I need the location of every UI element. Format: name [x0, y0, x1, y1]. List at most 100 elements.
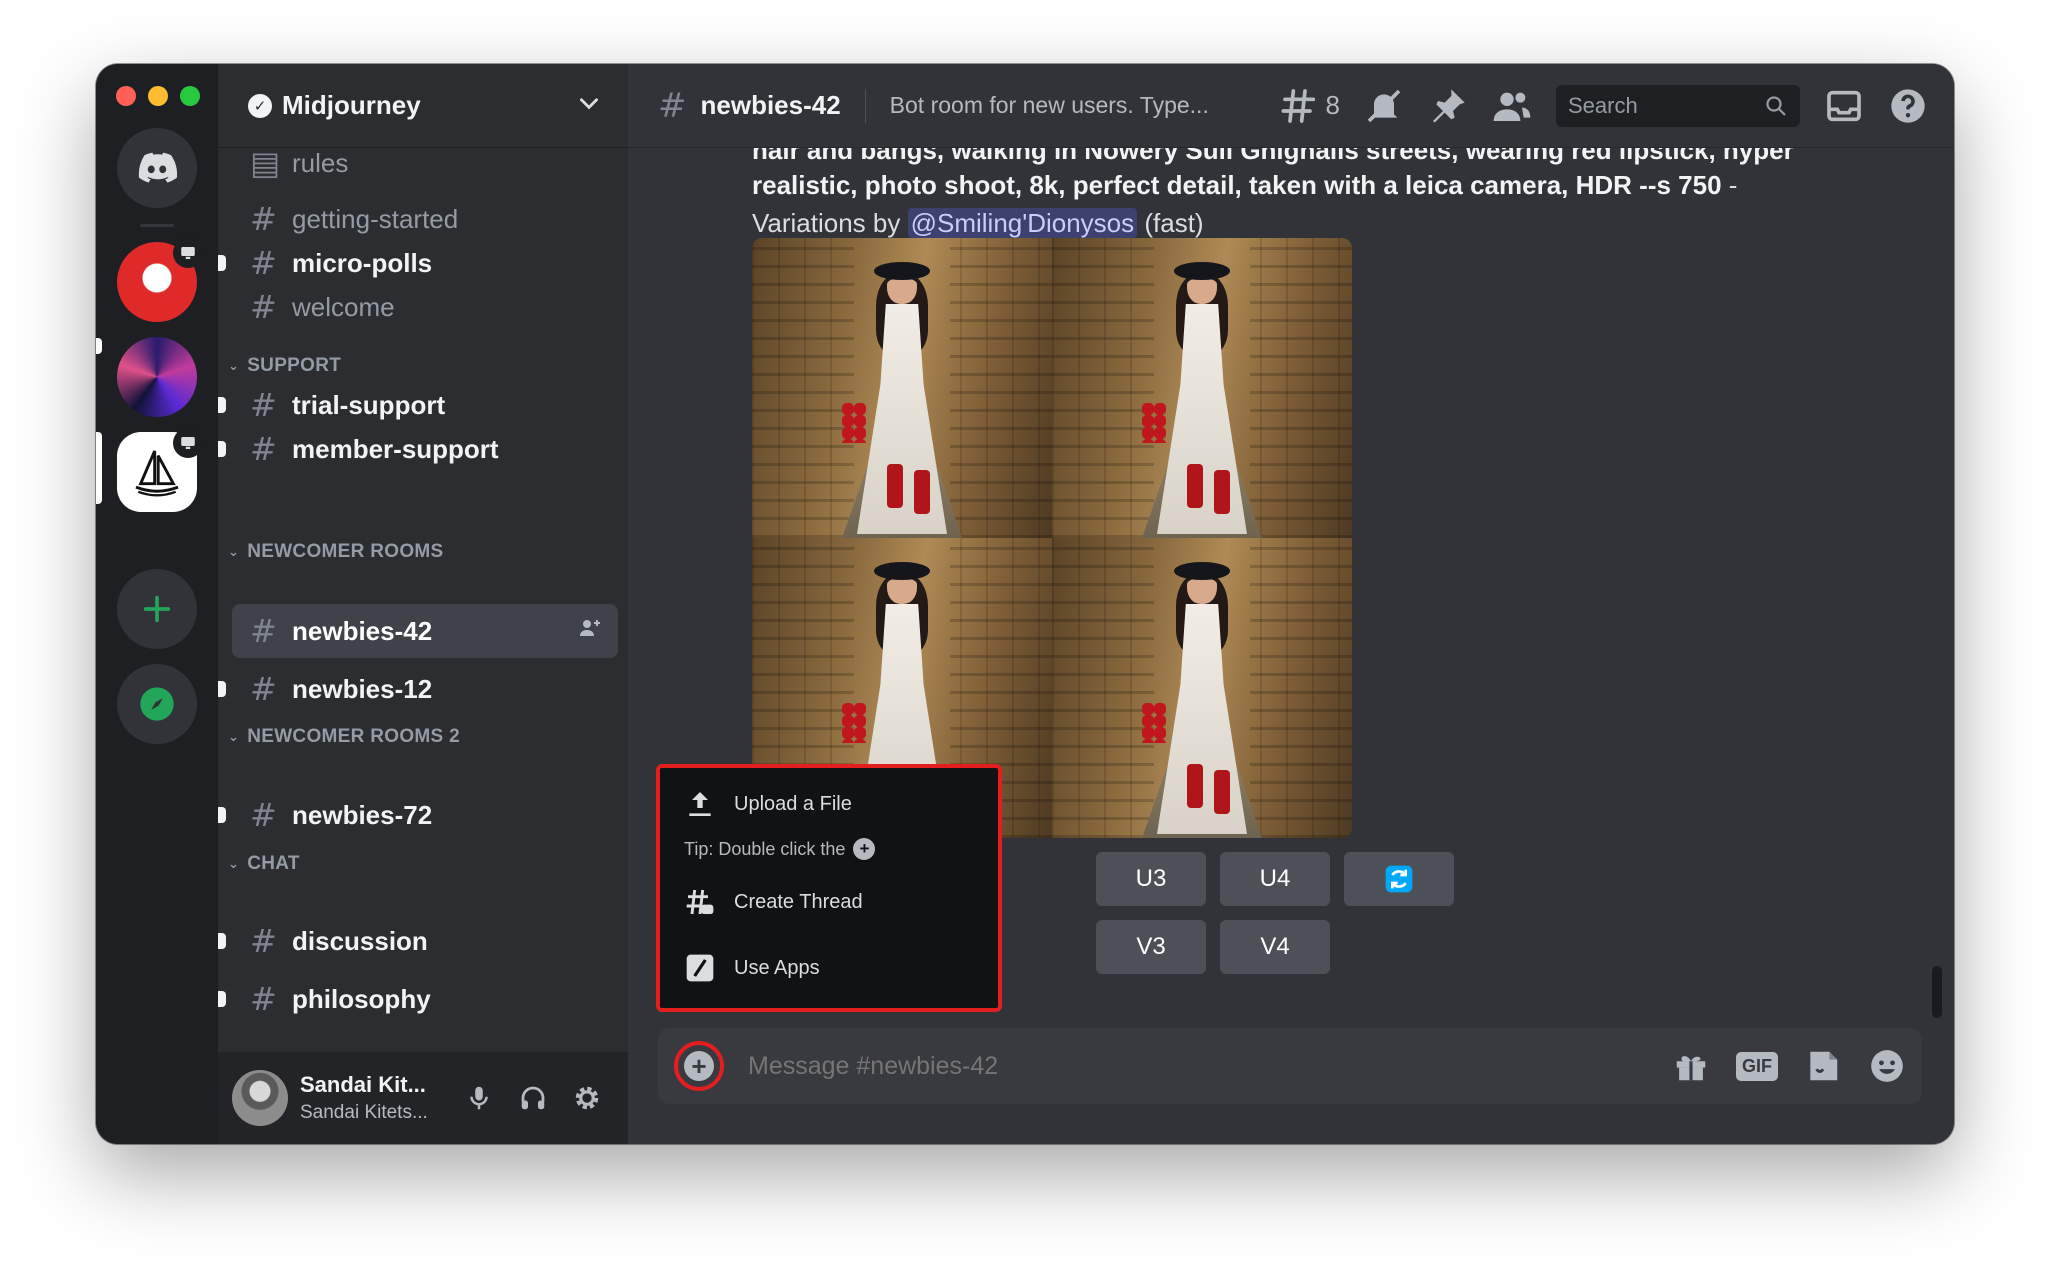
bot-message: hair and bangs, walking in Nowery Sull G…: [752, 146, 1892, 242]
variation-button-row: V3 V4: [1096, 920, 1330, 974]
message-input[interactable]: [748, 1051, 1672, 1081]
chat-main: # newbies-42 Bot room for new users. Typ…: [628, 64, 1954, 1144]
threads-button[interactable]: 8: [1280, 86, 1340, 126]
image-variation-2[interactable]: [1052, 238, 1352, 538]
category-support[interactable]: ⌄ SUPPORT: [228, 355, 341, 377]
hash-icon: #: [250, 922, 277, 960]
avatar[interactable]: [232, 1070, 288, 1126]
maximize-window-button[interactable]: [180, 86, 200, 106]
unread-indicator: [96, 338, 102, 354]
generated-image-grid[interactable]: [752, 238, 1352, 838]
notification-settings-button[interactable]: [1364, 86, 1404, 126]
search-input[interactable]: Search: [1556, 84, 1800, 127]
attachment-popup-menu: Upload a File Tip: Double click the + Cr…: [656, 764, 1002, 1012]
category-newcomer-rooms[interactable]: ⌄ NEWCOMER ROOMS: [228, 541, 444, 563]
channel-title: newbies-42: [700, 90, 841, 120]
thread-hash-icon: #: [250, 670, 277, 708]
unread-indicator: [218, 255, 226, 271]
mute-button[interactable]: [452, 1071, 506, 1125]
hash-icon: #: [250, 980, 277, 1018]
server-header[interactable]: ✓ Midjourney: [218, 64, 628, 148]
channel-newbies-42[interactable]: # newbies-42: [232, 604, 618, 658]
home-button[interactable]: [117, 128, 197, 208]
server-robot[interactable]: [117, 238, 203, 322]
user-mention[interactable]: @Smiling'Dionysos: [907, 208, 1138, 238]
channel-topic[interactable]: Bot room for new users. Type...: [890, 92, 1220, 119]
channel-sidebar: ✓ Midjourney ▤ rules # getting-started # mi…: [218, 64, 628, 1144]
help-button[interactable]: [1888, 86, 1928, 126]
help-icon: [1891, 88, 1925, 123]
thread-hash-icon: #: [658, 85, 687, 126]
scrollbar[interactable]: [1932, 966, 1942, 1018]
upscale-button-row: U3 U4: [1096, 852, 1454, 906]
composer-actions: GIF: [1672, 1047, 1906, 1085]
reroll-button[interactable]: [1344, 852, 1454, 906]
upscale-4-button[interactable]: U4: [1220, 852, 1330, 906]
unread-indicator: [218, 681, 226, 697]
image-variation-1[interactable]: [752, 238, 1052, 538]
monitor-icon: [173, 238, 203, 268]
category-newcomer-rooms-2[interactable]: ⌄ NEWCOMER ROOMS 2: [228, 726, 460, 748]
channel-header: # newbies-42 Bot room for new users. Typ…: [628, 64, 1954, 148]
channel-member-support[interactable]: # member-support: [218, 422, 618, 476]
channel-welcome[interactable]: # welcome: [232, 280, 618, 334]
user-info[interactable]: Sandai Kit... Sandai Kitets...: [300, 1072, 452, 1124]
header-divider: [864, 88, 866, 123]
pinned-messages-button[interactable]: [1428, 86, 1468, 126]
message-composer: + GIF: [658, 1028, 1922, 1104]
unread-indicator: [218, 807, 226, 823]
create-thread-menu-item[interactable]: Create Thread: [684, 886, 863, 918]
gif-button[interactable]: GIF: [1736, 1051, 1778, 1081]
channel-discussion[interactable]: # discussion: [218, 914, 618, 968]
add-server-button[interactable]: [117, 569, 197, 649]
compass-icon: [140, 687, 174, 721]
channel-newbies-12[interactable]: # newbies-12: [218, 662, 618, 716]
server-rail: [96, 64, 218, 1144]
gift-icon[interactable]: [1672, 1047, 1710, 1085]
selected-server-indicator: [96, 440, 102, 504]
deafen-button[interactable]: [506, 1071, 560, 1125]
unread-indicator: [218, 397, 226, 413]
bell-slash-icon: [1367, 89, 1401, 122]
sticker-icon[interactable]: [1804, 1047, 1842, 1085]
variation-4-button[interactable]: V4: [1220, 920, 1330, 974]
use-apps-menu-item[interactable]: Use Apps: [684, 952, 820, 984]
user-settings-button[interactable]: [560, 1071, 614, 1125]
channel-philosophy[interactable]: # philosophy: [218, 972, 618, 1026]
variation-3-button[interactable]: V3: [1096, 920, 1206, 974]
upload-file-menu-item[interactable]: Upload a File: [684, 788, 852, 820]
inbox-icon: [1827, 90, 1861, 121]
add-member-icon[interactable]: [578, 616, 602, 646]
upscale-3-button[interactable]: U3: [1096, 852, 1206, 906]
thread-icon: [686, 889, 714, 915]
user-panel: Sandai Kit... Sandai Kitets...: [218, 1052, 628, 1144]
message-prompt: realistic, photo shoot, 8k, perfect deta…: [752, 170, 1722, 200]
image-variation-4[interactable]: [1052, 538, 1352, 838]
rules-icon: ▤: [250, 144, 281, 182]
minimize-window-button[interactable]: [148, 86, 168, 106]
monitor-icon: [173, 428, 203, 458]
attach-button[interactable]: +: [674, 1041, 724, 1091]
emoji-icon[interactable]: [1868, 1047, 1906, 1085]
server-midjourney[interactable]: [117, 428, 203, 512]
plus-circle-icon: +: [853, 838, 876, 860]
hash-icon: #: [250, 200, 277, 238]
server-art[interactable]: [117, 337, 197, 417]
message-line-clipped: hair and bangs, walking in Nowery Sull G…: [752, 146, 1794, 165]
verified-icon: ✓: [248, 93, 272, 118]
header-toolbar: 8 Search: [1280, 84, 1928, 127]
discord-logo-icon: [138, 152, 178, 183]
thread-hash-icon: #: [250, 796, 277, 834]
unread-indicator: [218, 441, 226, 457]
slash-command-icon: [686, 954, 714, 982]
category-chat[interactable]: ⌄ CHAT: [228, 853, 300, 875]
channel-newbies-72[interactable]: # newbies-72: [218, 788, 618, 842]
upload-tip: Tip: Double click the +: [684, 838, 876, 860]
close-window-button[interactable]: [116, 86, 136, 106]
server-name: Midjourney: [282, 90, 421, 120]
inbox-button[interactable]: [1824, 86, 1864, 126]
explore-servers-button[interactable]: [117, 664, 197, 744]
rail-separator: [140, 224, 174, 227]
members-icon: [1493, 92, 1531, 121]
member-list-button[interactable]: [1492, 86, 1532, 126]
